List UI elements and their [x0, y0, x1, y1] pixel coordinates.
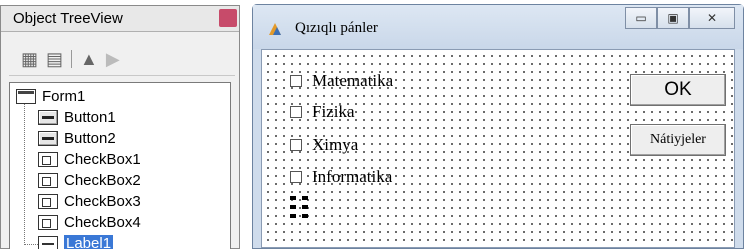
form-design-surface[interactable]: Matematika Fizika Ximya Informatika OK N…	[261, 49, 735, 248]
checkbox-icon	[38, 172, 58, 188]
checkbox-fizika[interactable]: Fizika	[290, 101, 355, 123]
results-button[interactable]: Nátiyjeler	[630, 124, 726, 156]
label-icon	[38, 235, 58, 249]
form-icon	[16, 88, 36, 104]
up-arrow-icon[interactable]: ▲	[80, 50, 98, 68]
tree-node-label1[interactable]: Label1	[38, 232, 114, 249]
tree-node-form1[interactable]: Form1	[16, 85, 85, 107]
form-icon[interactable]: ▤	[46, 50, 63, 68]
tree-node-checkbox4[interactable]: CheckBox4	[38, 211, 141, 233]
checkbox-box	[290, 106, 302, 118]
checkbox-box	[290, 171, 302, 183]
checkbox-box	[290, 139, 302, 151]
checkbox-ximya[interactable]: Ximya	[290, 134, 358, 156]
tree-node-checkbox1[interactable]: CheckBox1	[38, 148, 141, 170]
toolbar-divider	[71, 49, 73, 68]
tree-node-button1[interactable]: Button1	[38, 106, 116, 128]
minimize-icon[interactable]: ▭	[625, 7, 657, 29]
maximize-icon[interactable]: ▣	[657, 7, 689, 29]
tree-node-button2[interactable]: Button2	[38, 127, 116, 149]
checkbox-icon	[38, 193, 58, 209]
treeview-title: Object TreeView	[1, 6, 239, 32]
form-caption-bar[interactable]: Qızıqlı pánler ▭ ▣ ✕	[253, 5, 743, 49]
treeview-close-icon[interactable]	[219, 9, 237, 27]
button-icon	[38, 130, 58, 146]
button-icon	[38, 109, 58, 125]
tree-connector	[24, 103, 38, 245]
down-arrow-icon[interactable]: ▶	[106, 50, 120, 68]
app-icon	[269, 23, 281, 35]
object-inspector-icon[interactable]: ▦	[21, 50, 38, 68]
tree-node-checkbox2[interactable]: CheckBox2	[38, 169, 141, 191]
form-window: Qızıqlı pánler ▭ ▣ ✕ Matematika Fizika X…	[252, 4, 744, 249]
checkbox-box	[290, 75, 302, 87]
component-tree: Form1 Button1 Button2 CheckBox1 CheckBox…	[9, 82, 231, 249]
checkbox-informatika[interactable]: Informatika	[290, 166, 392, 188]
caption-buttons: ▭ ▣ ✕	[625, 7, 735, 29]
form-title: Qızıqlı pánler	[295, 20, 378, 36]
checkbox-icon	[38, 214, 58, 230]
label1-selection-handles[interactable]	[290, 196, 308, 218]
tree-node-checkbox3[interactable]: CheckBox3	[38, 190, 141, 212]
close-icon[interactable]: ✕	[689, 7, 735, 29]
checkbox-matematika[interactable]: Matematika	[290, 70, 393, 92]
ok-button[interactable]: OK	[630, 74, 726, 106]
object-treeview-panel: Object TreeView ▦ ▤ ▲ ▶ Form1 Button1 Bu…	[0, 5, 240, 249]
treeview-toolbar: ▦ ▤ ▲ ▶	[9, 42, 235, 76]
checkbox-icon	[38, 151, 58, 167]
